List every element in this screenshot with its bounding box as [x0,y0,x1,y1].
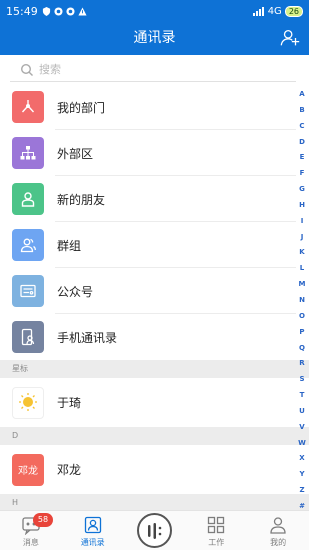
department-icon [12,91,44,123]
status-time: 15:49 [6,4,38,18]
alphabet-index-letter[interactable]: L [300,264,304,272]
alphabet-index-letter[interactable]: V [299,423,304,431]
add-user-icon[interactable] [279,27,301,49]
list-item-label: 外部区 [57,146,94,161]
voice-wave-icon [147,522,161,539]
grid-icon [208,516,225,534]
alphabet-index-letter[interactable]: N [299,296,305,304]
tab-work[interactable]: 工作 [185,511,247,550]
alphabet-index-letter[interactable]: A [299,90,304,98]
alphabet-index-letter[interactable]: Q [299,344,305,352]
tab-label: 通讯录 [80,538,105,547]
app-notification-icon [66,6,75,16]
alphabet-index-letter[interactable]: K [299,248,304,256]
list-item-official-accounts[interactable]: 公众号 [0,268,296,314]
list-item-groups[interactable]: 群组 [0,222,296,268]
avatar: 邓龙 [12,453,44,486]
contact-name: 邓龙 [57,463,82,477]
battery-indicator: 26 [284,5,303,17]
app-notification-icon [54,6,63,16]
tab-messages[interactable]: 消息 58 [0,511,62,550]
group-icon [12,229,44,261]
search-input[interactable] [39,63,269,76]
warning-icon [78,6,87,16]
sun-icon [19,392,37,411]
tab-me[interactable]: 我的 [247,511,309,550]
alphabet-index-letter[interactable]: R [299,359,304,367]
alphabet-index-letter[interactable]: H [299,201,305,209]
new-friend-icon [12,183,44,215]
alphabet-index-letter[interactable]: E [300,153,305,161]
contacts-list: 我的部门 外部区 新的朋友 群组 公众号 手机通讯录 星标 于琦 D 邓龙 邓龙… [0,84,309,512]
avatar [12,386,44,419]
alphabet-index-letter[interactable]: O [299,312,305,320]
list-item-label: 我的部门 [57,100,106,115]
center-action-button[interactable] [137,513,172,548]
contact-row-denglong[interactable]: 邓龙 邓龙 [0,445,296,494]
alphabet-index-letter[interactable]: U [299,407,305,415]
org-chart-icon [12,137,44,169]
alphabet-index-letter[interactable]: W [298,439,306,447]
list-item-label: 新的朋友 [57,192,106,207]
alphabet-index-letter[interactable]: X [299,454,304,462]
alphabet-index-letter[interactable]: T [300,391,305,399]
app-header: 通讯录 [0,22,309,55]
tab-label: 工作 [208,538,225,547]
list-item-new-friends[interactable]: 新的朋友 [0,176,296,222]
official-account-icon [12,275,44,307]
unread-badge: 58 [33,513,53,527]
alphabet-index-letter[interactable]: J [301,233,304,241]
list-item-external[interactable]: 外部区 [0,130,296,176]
alphabet-index-letter[interactable]: # [299,502,305,510]
status-bar: 15:49 4G 26 [0,0,309,22]
page-title: 通讯录 [133,30,176,46]
alphabet-index-letter[interactable]: F [300,169,305,177]
section-header-d: D [0,427,309,445]
list-item-label: 手机通讯录 [57,330,118,345]
alphabet-index-letter[interactable]: Z [299,486,304,494]
alphabet-index-letter[interactable]: I [301,217,304,225]
search-bar[interactable] [10,58,296,82]
alphabet-index-letter[interactable]: C [299,122,304,130]
alphabet-index-letter[interactable]: P [299,328,304,336]
search-icon [20,63,33,76]
alphabet-index[interactable]: A B C D E F G H I J K L M N O P Q R S T U V W X Y Z # [295,90,309,510]
network-type: 4G [267,5,282,17]
alphabet-index-letter[interactable]: D [299,138,305,146]
list-item-label: 公众号 [57,284,94,299]
alphabet-index-letter[interactable]: Y [299,470,304,478]
tab-contacts[interactable]: 通讯录 [62,511,124,550]
section-header-starred: 星标 [0,360,309,378]
user-icon [270,517,286,534]
alphabet-index-letter[interactable]: B [299,106,304,114]
alphabet-index-letter[interactable]: G [299,185,305,193]
list-item-my-department[interactable]: 我的部门 [0,84,296,130]
contact-name: 于琦 [57,396,82,410]
contacts-icon [84,516,101,534]
phone-contacts-icon [12,321,44,353]
alphabet-index-letter[interactable]: S [299,375,304,383]
tab-label: 消息 [22,538,39,547]
list-item-phone-contacts[interactable]: 手机通讯录 [0,314,296,360]
shield-notification-icon [42,6,50,16]
contact-row-yuqi[interactable]: 于琦 [0,378,296,427]
list-item-label: 群组 [57,238,82,253]
tab-label: 我的 [270,538,287,547]
alphabet-index-letter[interactable]: M [299,280,306,288]
signal-icon [252,6,264,16]
